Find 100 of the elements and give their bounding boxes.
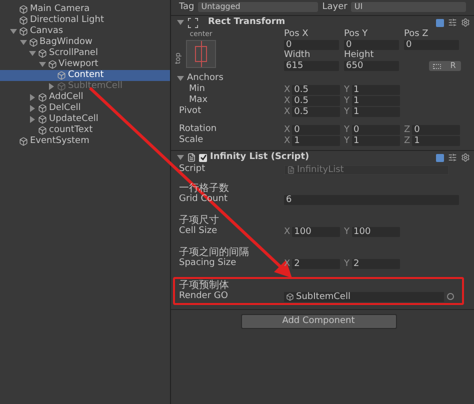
axis-label: X [284,106,290,116]
number-field[interactable]: 2 [352,258,400,268]
axis-label: X [284,226,290,236]
number-field[interactable]: 1 [352,136,400,146]
hierarchy-item[interactable]: AddCell [0,92,170,103]
hierarchy-item[interactable]: Directional Light [0,15,170,26]
number-field[interactable]: 650 [344,61,399,71]
object-field[interactable]: SubItemCell [284,292,444,302]
column-label: Pos X [284,29,310,40]
property-label: Spacing Size [178,258,238,269]
number-field[interactable]: 0 [412,124,460,134]
cube-icon [286,292,294,300]
expand-arrow-icon[interactable] [177,75,184,82]
column-label: Pos Y [344,29,369,40]
add-component-button[interactable]: Add Component [240,314,396,329]
cube-icon [57,82,66,91]
number-field[interactable]: 6 [284,194,459,204]
property-label: Scale [178,135,204,146]
cube-icon [19,5,28,14]
enabled-checkbox[interactable] [199,154,207,162]
property-label: Rotation [178,124,218,135]
script-field: InfinityList [284,164,449,174]
number-field[interactable]: 1 [352,84,400,94]
script-icon [287,166,295,174]
help-icon[interactable] [436,154,444,162]
property-label: Script [178,164,206,175]
axis-label: X [284,84,290,94]
axis-label: Y [344,106,350,116]
axis-label: Y [344,84,350,94]
axis-label: X [284,258,290,268]
number-field[interactable]: 0 [404,40,459,50]
number-field[interactable]: 0 [284,40,339,50]
number-field[interactable]: 0.5 [292,106,340,116]
preset-icon[interactable] [448,153,457,162]
column-label: Pos Z [404,29,430,40]
hierarchy-item[interactable]: BagWindow [0,37,170,48]
anchor-preset-button[interactable] [186,40,216,68]
cube-icon [38,126,47,135]
settings-icon[interactable] [461,153,470,162]
number-field[interactable]: 1 [412,136,460,146]
hierarchy-item[interactable]: EventSystem [0,136,170,147]
number-field[interactable]: 0 [352,124,400,134]
cube-icon [19,27,28,36]
number-field[interactable]: 615 [284,61,339,71]
axis-label: Z [404,136,410,146]
axis-label: Y [344,96,350,106]
cube-icon [57,71,66,80]
layer-dropdown[interactable]: UI [351,2,466,12]
settings-icon[interactable] [461,18,470,27]
dotted-rect-icon [433,64,441,68]
hierarchy-item[interactable]: UpdateCell [0,114,170,125]
property-label: Pivot [178,106,202,117]
hierarchy-item[interactable]: Main Camera [0,4,170,15]
axis-label: X [284,136,290,146]
blueprint-button[interactable] [429,61,445,71]
chinese-caption: 子项预制体 [178,280,230,291]
hierarchy-item[interactable]: Canvas [0,26,170,37]
column-label: Width [284,50,312,61]
number-field[interactable]: 2 [292,258,340,268]
tag-dropdown[interactable]: Untagged [198,2,318,12]
number-field[interactable]: 0.5 [292,96,340,106]
number-field[interactable]: 1 [352,96,400,106]
axis-label: Y [344,258,350,268]
cube-icon [28,38,38,47]
number-field[interactable]: 0 [344,40,399,50]
axis-label: Z [404,124,410,134]
foldout-label[interactable]: Anchors [187,73,224,84]
hierarchy-item[interactable]: ScrollPanel [0,48,170,59]
expand-arrow-icon[interactable] [177,19,184,26]
tag-label: Tag [179,2,194,12]
axis-label: Y [344,226,350,236]
number-field[interactable]: 1 [292,136,340,146]
chinese-caption: 子项之间的间隔 [178,247,250,258]
number-field[interactable]: 0.5 [292,84,340,94]
script-icon [187,153,196,162]
preset-icon[interactable] [448,18,457,27]
hierarchy-item[interactable]: countText [0,125,170,136]
cube-icon [19,16,28,25]
cube-icon [38,104,47,113]
raw-edit-button[interactable]: R [445,61,461,71]
hierarchy-item[interactable]: Viewport [0,59,170,70]
property-label: Max [188,95,209,106]
property-label: Min [188,84,206,95]
number-field[interactable]: 1 [352,106,400,116]
hierarchy-item[interactable]: DelCell [0,103,170,114]
help-icon[interactable] [436,18,444,26]
chinese-caption: 子项尺寸 [178,215,220,226]
axis-label: X [284,96,290,106]
number-field[interactable]: 0 [292,124,340,134]
cube-icon [38,93,47,102]
cube-icon [38,115,47,124]
cube-icon [48,60,56,69]
object-picker-icon[interactable] [447,293,454,300]
expand-arrow-icon[interactable] [177,154,184,161]
layer-label: Layer [322,2,348,12]
collapse-arrow-icon[interactable] [48,83,55,90]
number-field[interactable]: 100 [292,226,340,236]
hierarchy-item[interactable]: Content [0,70,170,81]
number-field[interactable]: 100 [352,226,400,236]
property-label: Cell Size [178,226,218,237]
